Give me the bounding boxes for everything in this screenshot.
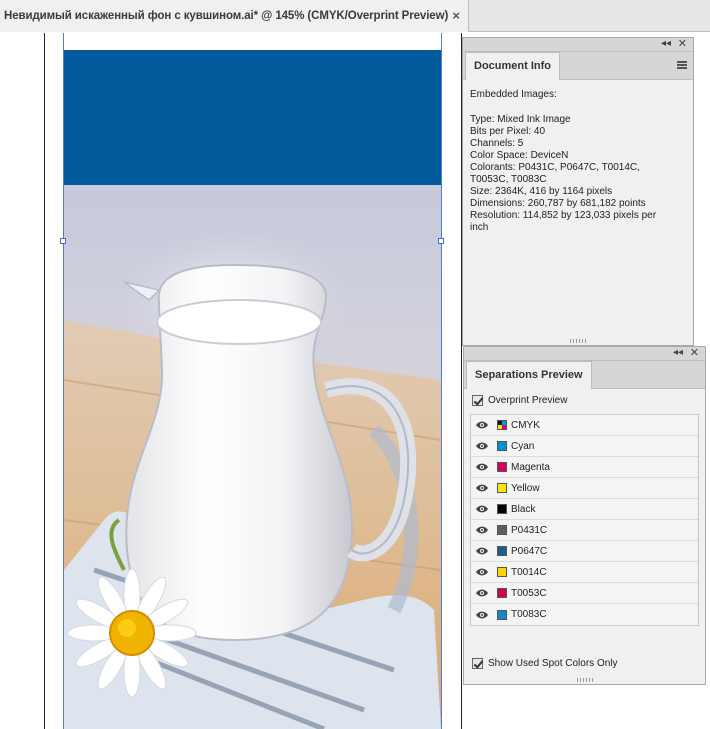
separation-label: T0053C [511,587,547,599]
overprint-preview-label: Overprint Preview [488,394,568,406]
separations-list: CMYK Cyan Magenta Yellow Black P0431C P0647C T0… [470,414,699,626]
info-line: Channels: 5 [470,138,524,149]
separation-row[interactable]: T0083C [471,604,698,625]
tab-separations-preview[interactable]: Separations Preview [466,361,592,389]
separation-label: Yellow [511,482,540,494]
info-line: Color Space: DeviceN [470,150,569,161]
separation-row[interactable]: CMYK [471,415,698,436]
selection-edge-right [441,33,442,729]
color-swatch [497,441,507,451]
resize-grip-icon[interactable] [570,339,586,343]
panel-title-bar[interactable]: ◂◂ ✕ [464,347,705,361]
separation-label: Magenta [511,461,550,473]
color-swatch [497,588,507,598]
separation-label: P0431C [511,524,548,536]
separations-preview-panel: ◂◂ ✕ Separations Preview Overprint Previ… [463,346,706,685]
separation-row[interactable]: Cyan [471,436,698,457]
separation-row[interactable]: Magenta [471,457,698,478]
info-heading: Embedded Images: [470,89,557,100]
separation-label: P0647C [511,545,548,557]
eye-icon[interactable] [476,568,488,576]
show-used-spot-label: Show Used Spot Colors Only [488,657,618,669]
info-line: Size: 2364K, 416 by 1164 pixels [470,186,613,197]
color-swatch [497,567,507,577]
separation-row[interactable]: Yellow [471,478,698,499]
show-used-spot-toggle[interactable]: Show Used Spot Colors Only [464,652,618,674]
document-info-panel: ◂◂ ✕ Document Info Embedded Images: Type… [462,37,694,346]
selection-handle-left[interactable] [60,238,66,244]
resize-grip-icon[interactable] [576,678,593,682]
document-tab-bar: Невидимый искаженный фон с кувшином.ai* … [0,0,710,32]
document-tab[interactable]: Невидимый искаженный фон с кувшином.ai* … [0,0,469,32]
close-panel-icon[interactable]: ✕ [690,346,699,359]
selection-handle-right[interactable] [438,238,444,244]
eye-icon[interactable] [476,505,488,513]
info-line: Bits per Pixel: 40 [470,126,546,137]
separation-label: Black [511,503,536,515]
color-swatch [497,525,507,535]
overprint-preview-toggle[interactable]: Overprint Preview [464,389,705,411]
info-line: Dimensions: 260,787 by 681,182 points [470,198,646,209]
color-swatch [497,483,507,493]
close-tab-icon[interactable]: × [452,8,460,23]
separation-row[interactable]: Black [471,499,698,520]
color-swatch [497,546,507,556]
info-line: Type: Mixed Ink Image [470,114,571,125]
eye-icon[interactable] [476,463,488,471]
eye-icon[interactable] [476,421,488,429]
info-line: T0053C, T0083C [470,174,547,185]
eye-icon[interactable] [476,526,488,534]
info-line: Colorants: P0431C, P0647C, T0014C, [470,162,640,173]
eye-icon[interactable] [476,484,488,492]
collapse-panel-icon[interactable]: ◂◂ [673,347,683,358]
separation-row[interactable]: P0647C [471,541,698,562]
show-used-spot-checkbox[interactable] [472,657,483,669]
document-info-body: Embedded Images: Type: Mixed Ink Image B… [463,80,693,243]
panel-menu-icon[interactable] [677,61,687,69]
artboard[interactable] [64,50,441,729]
separation-label: T0014C [511,566,547,578]
eye-icon[interactable] [476,611,488,619]
separation-label: Cyan [511,440,535,452]
close-panel-icon[interactable]: ✕ [678,37,687,50]
eye-icon[interactable] [476,589,488,597]
pasteboard-edge-left [44,33,45,729]
separation-row[interactable]: P0431C [471,520,698,541]
tab-document-info[interactable]: Document Info [465,52,560,80]
eye-icon[interactable] [476,547,488,555]
blue-header-band [64,50,441,185]
separation-row[interactable]: T0014C [471,562,698,583]
canvas-area[interactable] [0,33,462,729]
color-swatch [497,462,507,472]
color-swatch [497,609,507,620]
separation-label: T0083C [511,609,547,620]
separation-row[interactable]: T0053C [471,583,698,604]
color-swatch [497,420,507,430]
info-line: inch [470,222,489,233]
panel-tab-row: Document Info [463,52,693,80]
collapse-panel-icon[interactable]: ◂◂ [661,38,671,49]
separation-label: CMYK [511,419,540,431]
color-swatch [497,504,507,514]
panel-tab-row: Separations Preview [464,361,705,389]
document-tab-title: Невидимый искаженный фон с кувшином.ai* … [4,10,449,22]
selection-edge-left [63,33,64,729]
overprint-preview-checkbox[interactable] [472,394,483,406]
eye-icon[interactable] [476,442,488,450]
info-line: Resolution: 114,852 by 123,033 pixels pe… [470,210,657,221]
panel-title-bar[interactable]: ◂◂ ✕ [463,38,693,52]
